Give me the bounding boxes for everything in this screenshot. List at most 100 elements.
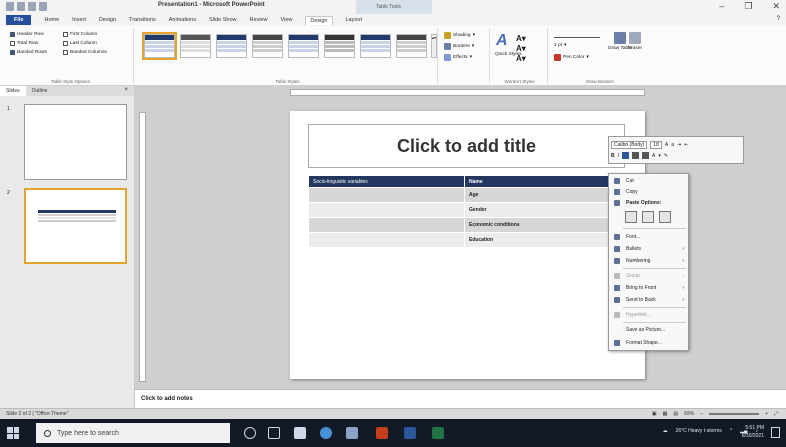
text-fill-icon[interactable]: A▾: [516, 34, 526, 43]
align-icon[interactable]: [642, 152, 650, 159]
paste-keep-source-icon[interactable]: [625, 211, 637, 223]
tab-transitions[interactable]: Transitions: [129, 17, 156, 23]
menu-item-save-as-picture[interactable]: Save as Picture...: [609, 325, 690, 335]
table-cell[interactable]: [308, 232, 465, 248]
align-icon[interactable]: [632, 152, 640, 159]
help-icon[interactable]: ?: [777, 16, 780, 22]
menu-item-numbering[interactable]: Numbering ›: [609, 256, 690, 266]
table-style-thumb[interactable]: [324, 34, 355, 58]
tab-slides[interactable]: Slides: [0, 86, 26, 96]
wordart-a-icon[interactable]: A: [496, 32, 510, 49]
tab-review[interactable]: Review: [250, 17, 268, 23]
last-column-checkbox[interactable]: Last Column: [63, 39, 107, 48]
cortana-icon[interactable]: [244, 427, 256, 439]
banded-rows-checkbox[interactable]: Banded Rows: [10, 48, 47, 57]
fill-color-icon[interactable]: ▾: [658, 153, 661, 159]
total-row-checkbox[interactable]: Total Row: [10, 39, 47, 48]
table-cell[interactable]: [308, 187, 465, 203]
table-cell[interactable]: Economic conditions: [464, 217, 625, 233]
styles-gallery-scroll[interactable]: ▴▾: [431, 34, 437, 58]
menu-item-cut[interactable]: Cut: [609, 176, 690, 186]
table-style-thumb[interactable]: [252, 34, 283, 58]
fit-slide-icon[interactable]: ⤢: [774, 411, 778, 417]
bold-icon[interactable]: B: [611, 153, 615, 159]
slide-thumbnail-2[interactable]: [24, 188, 127, 264]
browser-icon[interactable]: [320, 427, 332, 439]
text-effects-icon[interactable]: A▾: [516, 54, 526, 63]
tray-chevron-icon[interactable]: ^: [730, 428, 732, 434]
zoom-slider[interactable]: [709, 413, 760, 415]
pen-weight-dropdown[interactable]: 1 pt ▾: [554, 43, 566, 48]
table-style-thumb[interactable]: [216, 34, 247, 58]
powerpoint-taskbar-icon[interactable]: [376, 427, 388, 439]
table-style-thumb[interactable]: [142, 32, 177, 60]
close-button[interactable]: ✕: [772, 1, 780, 12]
clock[interactable]: 5:51 PM 6/30/2021: [742, 424, 764, 440]
banded-columns-checkbox[interactable]: Banded Columns: [63, 48, 107, 57]
normal-view-icon[interactable]: ▣: [652, 411, 657, 417]
tab-file[interactable]: File: [6, 15, 32, 25]
font-name-field[interactable]: Calibri (Body): [611, 140, 648, 149]
table-cell[interactable]: [308, 217, 465, 233]
menu-item-send-to-back[interactable]: Send to Back ›: [609, 295, 690, 305]
taskbar-search[interactable]: Type here to search: [36, 423, 230, 443]
slide-sorter-icon[interactable]: ▦: [663, 411, 668, 417]
table-style-thumb[interactable]: [180, 34, 211, 58]
undo-icon[interactable]: [28, 2, 36, 11]
title-placeholder[interactable]: Click to add title: [308, 124, 625, 168]
task-view-icon[interactable]: [268, 427, 280, 439]
paste-text-only-icon[interactable]: [659, 211, 671, 223]
table-cell[interactable]: Age: [464, 187, 625, 203]
maximize-button[interactable]: ❐: [744, 1, 752, 12]
table-cell[interactable]: Education: [464, 232, 625, 248]
table-header-cell[interactable]: Socio-linguistic variables: [308, 175, 465, 188]
menu-item-bullets[interactable]: Bullets ›: [609, 244, 690, 254]
decrease-indent-icon[interactable]: ⇤: [684, 142, 688, 148]
table-header-cell[interactable]: Name: [464, 175, 625, 188]
weather-icon[interactable]: ☁: [663, 428, 668, 434]
windows-start-icon[interactable]: [7, 427, 19, 439]
zoom-out-icon[interactable]: −: [700, 411, 703, 417]
shrink-font-icon[interactable]: a: [671, 142, 674, 148]
increase-indent-icon[interactable]: ⇥: [677, 142, 681, 148]
tab-home[interactable]: Home: [44, 17, 59, 23]
table-style-thumb[interactable]: [360, 34, 391, 58]
header-row-checkbox[interactable]: Header Row: [10, 30, 47, 39]
store-icon[interactable]: [346, 427, 358, 439]
table-cell[interactable]: Gender: [464, 202, 625, 218]
grow-font-icon[interactable]: A: [665, 142, 668, 148]
table-style-thumb[interactable]: [396, 34, 427, 58]
reading-view-icon[interactable]: ▤: [673, 411, 678, 417]
text-outline-icon[interactable]: A▾: [516, 44, 526, 53]
close-pane-icon[interactable]: ×: [124, 87, 128, 93]
notification-icon[interactable]: [771, 427, 780, 438]
table-cell[interactable]: [308, 202, 465, 218]
weather-text[interactable]: 26°C Heavy t-storms: [676, 428, 722, 434]
zoom-level[interactable]: 69%: [684, 411, 694, 417]
word-taskbar-icon[interactable]: [404, 427, 416, 439]
menu-item-font[interactable]: Font...: [609, 232, 690, 242]
menu-item-bring-to-front[interactable]: Bring to Front ›: [609, 283, 690, 293]
tab-animations[interactable]: Animations: [169, 17, 196, 23]
format-painter-icon[interactable]: ✎: [664, 153, 668, 159]
tab-view[interactable]: View: [281, 17, 293, 23]
effects-button[interactable]: Effects ▾: [444, 54, 472, 61]
table-style-thumb[interactable]: [288, 34, 319, 58]
tab-design[interactable]: Design: [99, 17, 116, 23]
excel-taskbar-icon[interactable]: [432, 427, 444, 439]
pen-style-dropdown[interactable]: [554, 32, 600, 38]
tab-slide-show[interactable]: Slide Show: [209, 17, 237, 23]
tab-table-layout[interactable]: Layout: [346, 17, 363, 23]
tab-table-design[interactable]: Design: [305, 15, 333, 25]
redo-icon[interactable]: [39, 2, 47, 11]
menu-item-copy[interactable]: Copy: [609, 187, 690, 197]
align-center-icon[interactable]: [622, 152, 630, 159]
tab-insert[interactable]: Insert: [72, 17, 86, 23]
file-explorer-icon[interactable]: [294, 427, 306, 439]
tab-outline[interactable]: Outline: [26, 86, 54, 96]
slide-thumbnail-1[interactable]: [24, 104, 127, 180]
paste-picture-icon[interactable]: [642, 211, 654, 223]
pen-color-button[interactable]: Pen Color ▾: [554, 54, 589, 61]
slide-table[interactable]: Socio-linguistic variables Name Age Gend…: [308, 175, 625, 248]
minimize-button[interactable]: –: [719, 1, 724, 12]
